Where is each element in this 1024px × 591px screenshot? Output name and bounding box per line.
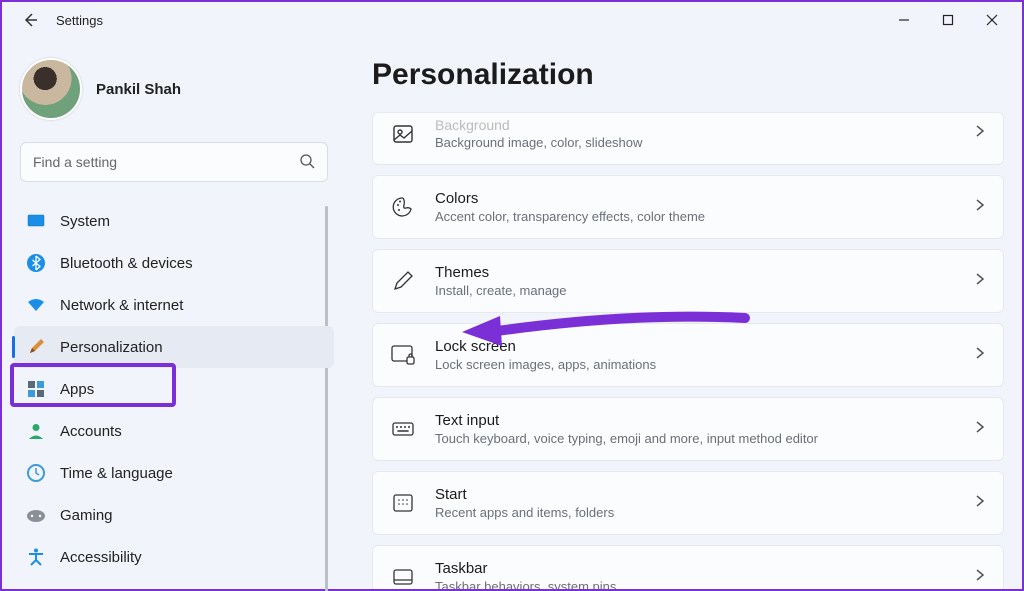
card-subtitle: Accent color, transparency effects, colo… xyxy=(435,209,955,224)
chevron-right-icon xyxy=(973,124,987,143)
gamepad-icon xyxy=(26,505,46,525)
search-placeholder: Find a setting xyxy=(33,154,117,170)
paintbrush-icon xyxy=(26,337,46,357)
apps-icon xyxy=(26,379,46,399)
sidebar-item-label: Network & internet xyxy=(60,297,183,314)
sidebar-item-network[interactable]: Network & internet xyxy=(14,284,334,326)
card-subtitle: Background image, color, slideshow xyxy=(435,135,955,150)
sidebar-item-accounts[interactable]: Accounts xyxy=(14,410,334,452)
card-subtitle: Lock screen images, apps, animations xyxy=(435,357,955,372)
bluetooth-icon xyxy=(26,253,46,273)
sidebar-item-system[interactable]: System xyxy=(14,200,334,242)
search-icon xyxy=(299,153,315,172)
card-title: Text input xyxy=(435,412,955,429)
chevron-right-icon xyxy=(973,198,987,217)
sidebar-item-label: Personalization xyxy=(60,339,163,356)
card-title: Background xyxy=(435,117,955,133)
sidebar-item-label: Bluetooth & devices xyxy=(60,255,193,272)
nav-list: System Bluetooth & devices Network & int… xyxy=(14,200,334,578)
card-title: Taskbar xyxy=(435,560,955,577)
sidebar-item-label: Time & language xyxy=(60,465,173,482)
page-title: Personalization xyxy=(372,58,1004,92)
card-subtitle: Recent apps and items, folders xyxy=(435,505,955,520)
card-themes[interactable]: Themes Install, create, manage xyxy=(372,249,1004,313)
sidebar-item-gaming[interactable]: Gaming xyxy=(14,494,334,536)
card-taskbar[interactable]: Taskbar Taskbar behaviors, system pins xyxy=(372,545,1004,589)
close-button[interactable] xyxy=(970,4,1014,36)
chevron-right-icon xyxy=(973,272,987,291)
avatar xyxy=(20,58,82,120)
chevron-right-icon xyxy=(973,568,987,587)
sidebar: Pankil Shah Find a setting System Blueto… xyxy=(2,38,342,589)
sidebar-item-personalization[interactable]: Personalization xyxy=(14,326,334,368)
sidebar-item-label: Accessibility xyxy=(60,549,142,566)
chevron-right-icon xyxy=(973,494,987,513)
pen-icon xyxy=(389,267,417,295)
card-subtitle: Taskbar behaviors, system pins xyxy=(435,579,955,589)
card-subtitle: Touch keyboard, voice typing, emoji and … xyxy=(435,431,955,446)
monitor-icon xyxy=(26,211,46,231)
card-title: Colors xyxy=(435,190,955,207)
card-subtitle: Install, create, manage xyxy=(435,283,955,298)
lockscreen-icon xyxy=(389,341,417,369)
window-title: Settings xyxy=(56,13,103,28)
profile-name: Pankil Shah xyxy=(96,81,181,98)
chevron-right-icon xyxy=(973,420,987,439)
main-content: Personalization Background Background im… xyxy=(342,38,1022,589)
picture-icon xyxy=(389,120,417,148)
sidebar-item-apps[interactable]: Apps xyxy=(14,368,334,410)
card-start[interactable]: Start Recent apps and items, folders xyxy=(372,471,1004,535)
card-colors[interactable]: Colors Accent color, transparency effect… xyxy=(372,175,1004,239)
accessibility-icon xyxy=(26,547,46,567)
card-background[interactable]: Background Background image, color, slid… xyxy=(372,112,1004,165)
taskbar-icon xyxy=(389,563,417,589)
sidebar-item-time-language[interactable]: Time & language xyxy=(14,452,334,494)
search-input[interactable]: Find a setting xyxy=(20,142,328,182)
chevron-right-icon xyxy=(973,346,987,365)
titlebar: Settings xyxy=(2,2,1022,38)
sidebar-item-accessibility[interactable]: Accessibility xyxy=(14,536,334,578)
card-title: Start xyxy=(435,486,955,503)
minimize-button[interactable] xyxy=(882,4,926,36)
back-button[interactable] xyxy=(20,10,40,30)
palette-icon xyxy=(389,193,417,221)
card-title: Lock screen xyxy=(435,338,955,355)
profile-block[interactable]: Pankil Shah xyxy=(14,50,334,142)
card-lock-screen[interactable]: Lock screen Lock screen images, apps, an… xyxy=(372,323,1004,387)
person-icon xyxy=(26,421,46,441)
wifi-icon xyxy=(26,295,46,315)
clock-icon xyxy=(26,463,46,483)
sidebar-scrollbar[interactable] xyxy=(325,206,328,591)
sidebar-item-label: System xyxy=(60,213,110,230)
card-title: Themes xyxy=(435,264,955,281)
sidebar-item-bluetooth[interactable]: Bluetooth & devices xyxy=(14,242,334,284)
card-text-input[interactable]: Text input Touch keyboard, voice typing,… xyxy=(372,397,1004,461)
sidebar-item-label: Gaming xyxy=(60,507,113,524)
sidebar-item-label: Accounts xyxy=(60,423,122,440)
sidebar-item-label: Apps xyxy=(60,381,94,398)
start-icon xyxy=(389,489,417,517)
keyboard-icon xyxy=(389,415,417,443)
maximize-button[interactable] xyxy=(926,4,970,36)
